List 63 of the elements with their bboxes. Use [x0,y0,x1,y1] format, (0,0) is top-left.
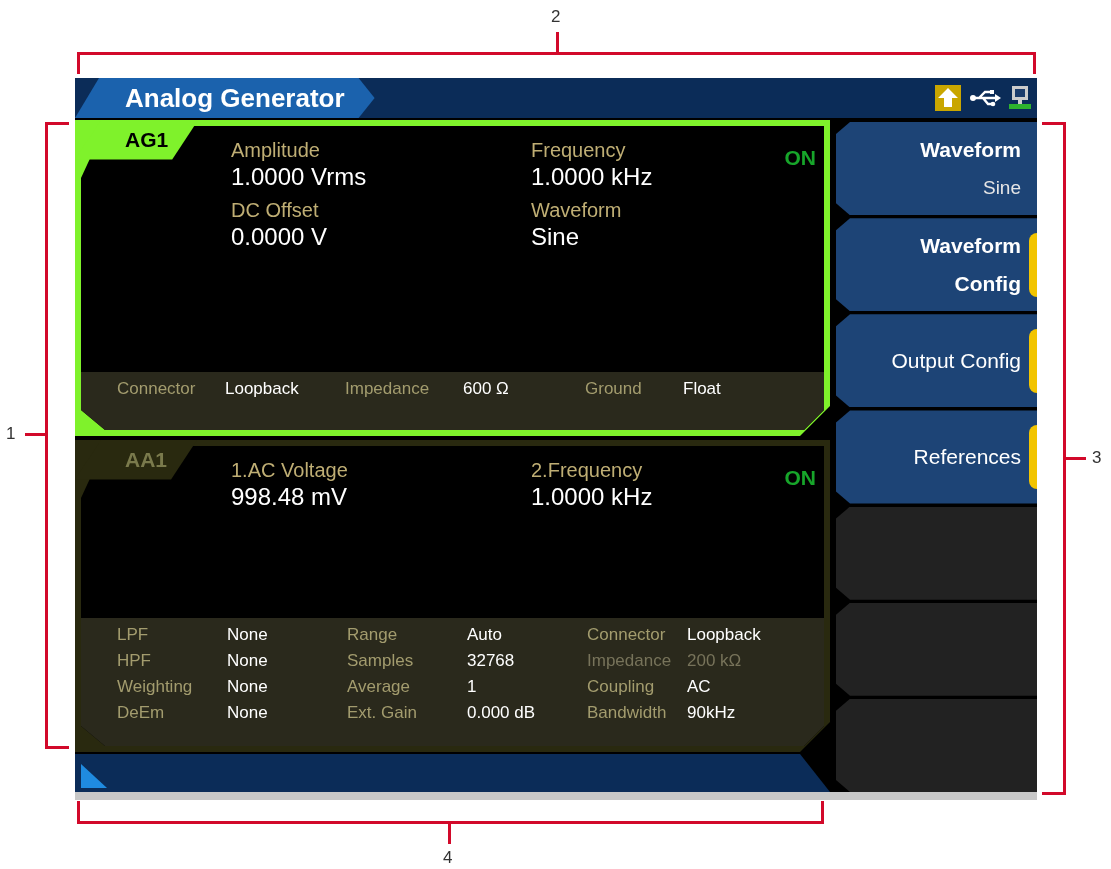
output-state: ON [784,145,816,171]
reading-value: 1.0000 kHz [531,162,654,192]
reading-label: 2.Frequency [531,458,644,482]
setting-value: Loopback [225,378,300,400]
reading-label: DC Offset [231,198,320,222]
setting-label: Impedance [587,650,673,672]
setting-label: Bandwidth [587,702,668,724]
setting-label: Ext. Gain [347,702,418,724]
window-title: Analog Generator [75,78,375,118]
callout-number: 1 [6,423,16,445]
setting-value: Float [683,378,722,400]
softkey[interactable]: Output Config [836,314,1037,408]
setting-label: Impedance [345,378,431,400]
callout-number: 3 [1092,447,1102,469]
reading-value: Sine [531,222,581,252]
setting-value: 1 [467,676,478,698]
setting-label: HPF [117,650,152,672]
softkey[interactable] [836,506,1037,600]
setting-value: None [227,624,269,646]
softkey-label: Waveform [920,136,1021,163]
reading-value: 0.0000 V [231,222,329,252]
setting-value: AC [687,676,712,698]
usb-icon [969,88,1001,108]
reading-label: Amplitude [231,138,321,162]
channel-panel[interactable] [75,440,830,752]
setting-label: Ground [585,378,643,400]
callout-number: 2 [551,6,561,28]
setting-label: DeEm [117,702,166,724]
setting-value: Auto [467,624,503,646]
reading-label: 1.AC Voltage [231,458,349,482]
softkey[interactable] [836,602,1037,696]
setting-value: None [227,676,269,698]
reading-label: Waveform [531,198,623,222]
setting-value: 32768 [467,650,516,672]
softkey[interactable] [836,698,1037,792]
callout-number: 4 [443,847,453,869]
softkey-value: Sine [982,175,1021,200]
setting-value: None [227,702,269,724]
setting-value: None [227,650,269,672]
setting-value: 90kHz [687,702,737,724]
setting-label: Average [347,676,411,698]
softkey[interactable]: Waveform Config [836,218,1037,312]
reading-value: 1.0000 kHz [531,482,654,512]
reading-label: Frequency [531,138,627,162]
setting-label: Connector [117,378,197,400]
setting-label: Samples [347,650,415,672]
setting-value: 600 Ω [463,378,510,400]
setting-label: Range [347,624,399,646]
softkey[interactable]: References [836,410,1037,504]
setting-label: Weighting [117,676,194,698]
reading-value: 998.48 mV [231,482,349,512]
setting-label: Coupling [587,676,656,698]
channel-panel[interactable]: Amplitude 1.0000 Vrms Frequency 1.0000 kHz DC Offset 0.0000 V Waveform Sine Connector Loopback Impedance 600 Ω Ground Float AG1 ON [75,120,830,436]
setting-label: Connector [587,624,667,646]
setting-label: LPF [117,624,150,646]
softkey[interactable]: Waveform Sine [836,122,1037,216]
output-state: ON [784,465,816,491]
setting-value: 0.000 dB [467,702,537,724]
reading-value: 1.0000 Vrms [231,162,368,192]
triangle-icon [81,764,107,788]
setting-value: 200 kΩ [687,650,743,672]
setting-value: Loopback [687,624,762,646]
network-icon [1009,85,1031,111]
